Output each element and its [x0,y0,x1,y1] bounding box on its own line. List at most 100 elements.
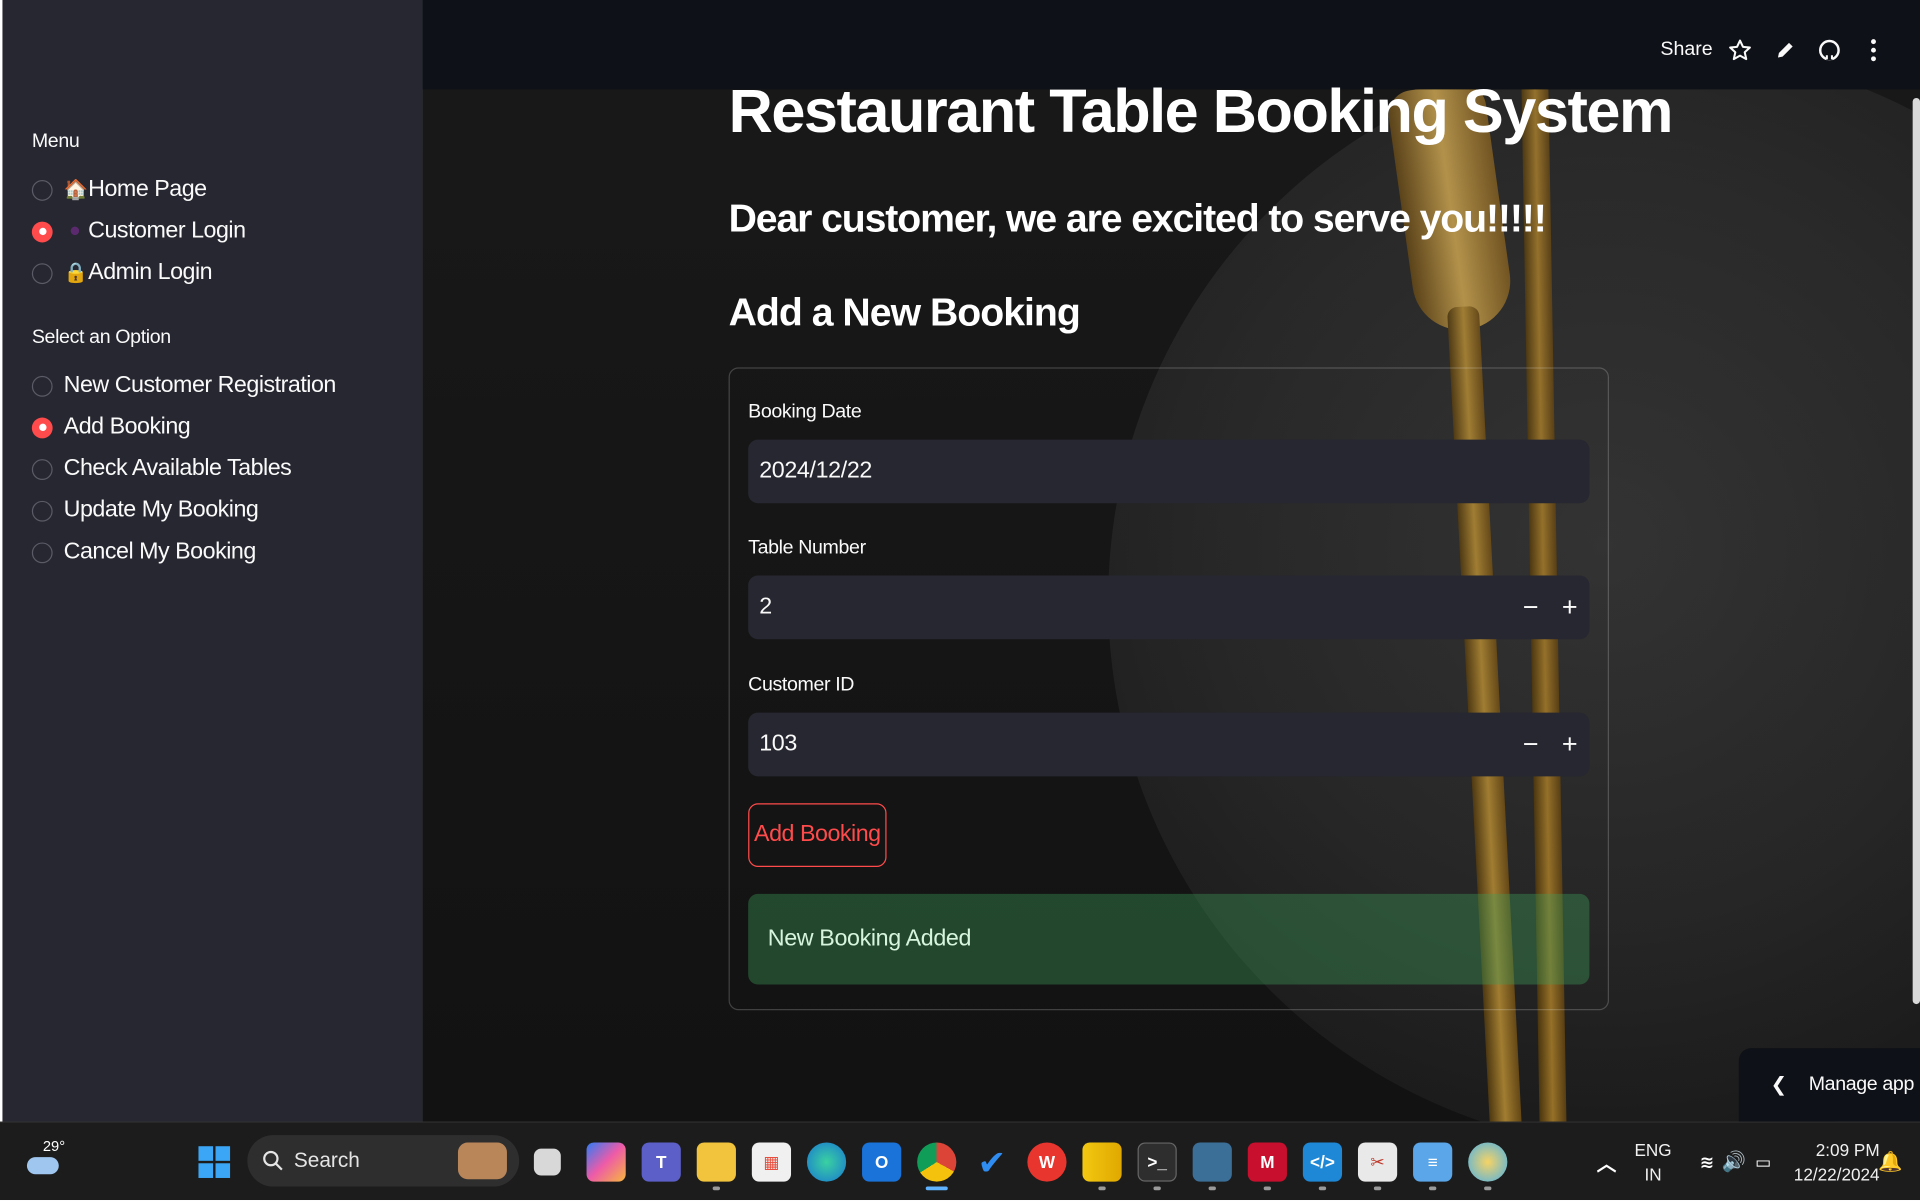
radio-unselected-icon[interactable] [31,458,53,480]
radio-selected-icon[interactable] [31,221,53,242]
running-indicator [1373,1186,1382,1191]
pencil-icon[interactable] [1772,37,1799,64]
cloud-icon [26,1157,59,1175]
booking-date-label: Booking Date [748,401,862,423]
menu-item-label: Admin Login [88,259,213,286]
option-label: New Customer Registration [63,372,337,398]
increment-button[interactable]: + [1550,576,1589,640]
option-add-booking[interactable]: Add Booking [31,411,191,443]
search-label: Search [293,1148,360,1172]
paint-icon[interactable] [1468,1142,1508,1182]
running-indicator [1153,1186,1161,1191]
scrollbar[interactable] [1912,97,1920,1005]
running-indicator [712,1186,721,1191]
menu-item-label: Customer Login [88,217,246,244]
customer-id-input[interactable]: 103 − + [748,712,1590,777]
sidebar: Menu 🏠 Home Page ● Customer Login 🔒 Admin L… [2,0,423,1122]
clock[interactable]: 2:09 PM 12/22/2024 [1782,1138,1880,1187]
menu-item-admin-login[interactable]: 🔒 Admin Login [31,257,213,289]
copilot-icon[interactable] [586,1142,626,1182]
radio-selected-icon[interactable] [31,416,53,438]
search-icon [263,1150,283,1171]
radio-unselected-icon[interactable] [31,179,53,201]
mysql-workbench-icon[interactable] [1192,1142,1232,1182]
github-icon[interactable] [1816,37,1843,64]
option-new-customer-registration[interactable]: New Customer Registration [31,370,337,402]
terminal-icon[interactable]: >_ [1137,1142,1177,1182]
windows-start-icon[interactable] [195,1142,234,1181]
windows-taskbar: 29° Search T ▦ O ✔ W >_ M </> ✂ ≡ ︿ ENG … [0,1121,1920,1201]
notepad-icon[interactable]: ≡ [1413,1142,1453,1182]
power-bi-icon[interactable] [1082,1142,1122,1182]
notification-bell-icon[interactable]: 🔔 [1871,1142,1910,1181]
region-code: IN [1644,1164,1662,1185]
menu-item-label: Home Page [88,176,207,203]
option-cancel-my-booking[interactable]: Cancel My Booking [31,536,257,568]
active-indicator [925,1186,948,1191]
taskbar-search[interactable]: Search [247,1135,520,1187]
language-indicator[interactable]: ENG IN [1629,1138,1678,1187]
language-code: ENG [1634,1140,1672,1160]
chrome-icon[interactable] [917,1142,957,1182]
lock-icon: 🔒 [63,263,88,285]
mcafee-icon[interactable]: M [1247,1142,1287,1182]
customer-id-label: Customer ID [748,674,855,696]
star-icon[interactable] [1727,37,1754,64]
option-check-available-tables[interactable]: Check Available Tables [31,453,292,485]
edge-icon[interactable] [806,1142,847,1182]
running-indicator [1098,1186,1106,1191]
clock-date: 12/22/2024 [1793,1164,1880,1185]
menu-item-customer-login[interactable]: ● Customer Login [31,216,246,248]
increment-button[interactable]: + [1550,713,1589,777]
task-view-icon[interactable] [533,1148,561,1176]
menu-item-home[interactable]: 🏠 Home Page [31,174,207,206]
radio-unselected-icon[interactable] [31,541,53,563]
more-vert-icon[interactable] [1861,37,1885,64]
option-label: Check Available Tables [63,455,292,482]
running-indicator [1428,1186,1437,1191]
option-label: Cancel My Booking [63,538,257,565]
vscode-icon[interactable]: </> [1302,1142,1343,1182]
weather-widget[interactable]: 29° [24,1138,68,1187]
wps-office-icon[interactable]: W [1027,1142,1067,1182]
option-update-my-booking[interactable]: Update My Booking [31,495,259,527]
decrement-button[interactable]: − [1511,576,1550,640]
share-button[interactable]: Share [1660,39,1712,61]
todo-icon[interactable]: ✔ [972,1142,1011,1181]
manage-app-button[interactable]: ❮ Manage app [1738,1048,1920,1122]
section-title: Add a New Booking [728,290,1081,335]
weather-temp: 29° [42,1137,66,1155]
customer-id-value: 103 [759,731,797,757]
booking-date-input[interactable]: 2024/12/22 [748,439,1590,504]
battery-icon[interactable]: ▭ [1744,1142,1783,1181]
running-indicator [1484,1186,1492,1191]
running-indicator [1263,1186,1272,1191]
outlook-icon[interactable]: O [862,1142,902,1182]
radio-unselected-icon[interactable] [31,500,53,522]
microsoft-store-icon[interactable]: ▦ [751,1142,792,1182]
decrement-button[interactable]: − [1511,713,1550,777]
success-alert: New Booking Added [748,893,1590,985]
house-icon: 🏠 [63,180,88,201]
clock-time: 2:09 PM [1815,1140,1880,1160]
chevron-up-icon[interactable]: ︿ [1587,1142,1626,1181]
person-icon: ● [69,220,81,242]
teams-icon[interactable]: T [641,1142,681,1182]
file-explorer-icon[interactable] [696,1142,736,1182]
menu-heading: Menu [31,131,80,152]
page-title: Restaurant Table Booking System [728,77,1674,146]
page-subtitle: Dear customer, we are excited to serve y… [728,195,1547,241]
running-indicator [1318,1186,1327,1191]
option-label: Update My Booking [63,497,259,523]
table-number-label: Table Number [748,537,866,559]
snipping-tool-icon[interactable]: ✂ [1357,1142,1398,1182]
table-number-value: 2 [759,593,772,620]
radio-unselected-icon[interactable] [31,375,53,397]
chevron-left-icon: ❮ [1770,1075,1787,1096]
manage-app-label: Manage app [1808,1073,1915,1095]
table-number-input[interactable]: 2 − + [748,575,1590,640]
radio-unselected-icon[interactable] [31,262,53,284]
search-highlight-icon [457,1142,507,1180]
add-booking-button[interactable]: Add Booking [748,803,887,867]
running-indicator [1208,1186,1216,1191]
